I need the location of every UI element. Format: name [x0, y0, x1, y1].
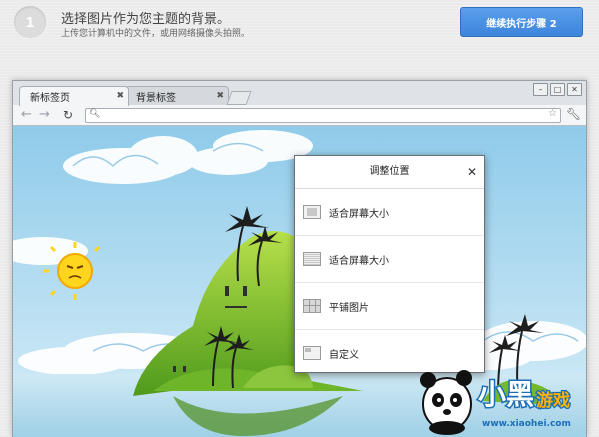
step-subtitle: 上传您计算机中的文件，或用网络摄像头拍照。	[61, 29, 251, 39]
address-bar[interactable]: 🔍︎ ☆	[85, 108, 561, 123]
close-window-icon[interactable]: ✕	[567, 83, 582, 96]
option-label: 适合屏幕大小	[329, 255, 389, 267]
close-icon[interactable]: ✕	[467, 156, 477, 188]
tab-label: 背景标签	[136, 93, 176, 104]
step-title: 选择图片作为您主题的背景。	[61, 12, 231, 27]
dialog-title: 调整位置 ✕	[295, 156, 484, 189]
window-controls: – □ ✕	[533, 83, 582, 96]
step-number-badge: 1	[14, 6, 46, 38]
option-fill-screen[interactable]: 适合屏幕大小	[295, 236, 484, 283]
fill-screen-icon	[303, 252, 321, 266]
svg-text:小黑: 小黑	[478, 378, 534, 411]
option-label: 适合屏幕大小	[329, 208, 389, 220]
option-label: 平铺图片	[329, 302, 369, 314]
tile-icon	[303, 299, 321, 313]
minimize-icon[interactable]: –	[533, 83, 548, 96]
browser-toolbar: ← → ↻ 🔍︎ ☆ 🔧︎	[13, 105, 586, 126]
tab-background[interactable]: 背景标签 ✖	[125, 86, 229, 106]
fit-screen-icon	[303, 205, 321, 219]
continue-step-2-button[interactable]: 继续执行步骤 2	[460, 7, 583, 37]
new-tab-button[interactable]	[226, 91, 252, 105]
tab-label: 新标签页	[30, 93, 70, 104]
option-label: 自定义	[329, 349, 359, 361]
svg-text:www.xiaohei.com: www.xiaohei.com	[482, 419, 571, 429]
xiaohei-watermark-logo: 小黑 游戏 www.xiaohei.com	[420, 370, 571, 435]
close-icon[interactable]: ✖	[116, 91, 124, 101]
adjust-position-dialog: 调整位置 ✕ 适合屏幕大小 适合屏幕大小 平铺图片 自定义	[294, 155, 485, 373]
close-icon[interactable]: ✖	[216, 91, 224, 101]
back-icon[interactable]: ←	[21, 107, 32, 123]
wrench-menu-icon[interactable]: 🔧︎	[566, 107, 581, 121]
search-icon: 🔍︎	[89, 109, 101, 119]
reload-icon[interactable]: ↻	[63, 107, 73, 123]
option-tile[interactable]: 平铺图片	[295, 283, 484, 330]
bookmark-star-icon[interactable]: ☆	[548, 108, 557, 119]
maximize-icon[interactable]: □	[550, 83, 565, 96]
dialog-title-text: 调整位置	[369, 166, 410, 177]
option-fit-screen[interactable]: 适合屏幕大小	[295, 189, 484, 236]
svg-text:游戏: 游戏	[536, 390, 570, 411]
tab-new-tab[interactable]: 新标签页 ✖	[19, 86, 129, 106]
forward-icon[interactable]: →	[39, 107, 50, 123]
custom-icon	[303, 346, 321, 360]
